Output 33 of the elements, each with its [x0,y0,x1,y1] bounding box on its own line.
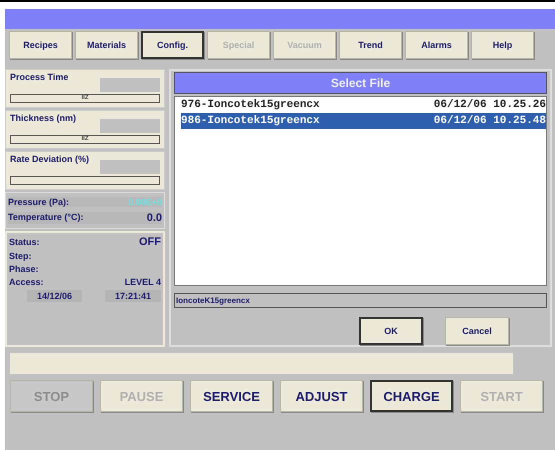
ok-button[interactable]: OK [359,317,423,345]
phase-label: Phase: [9,264,39,274]
dialog-title: Select File [174,72,547,94]
nav-tab[interactable]: Help [471,31,534,59]
gauge-title: Rate Deviation (%) [10,154,90,166]
gauge-title: Thickness (nm) [10,113,76,125]
step-label: Step: [9,251,32,261]
nav-tab[interactable]: Config. [141,31,204,59]
value-display [100,78,160,92]
file-row[interactable]: 986-Ioncotek15greencx 06/12/06 10.25.48 [181,113,546,129]
nav-tab[interactable]: Trend [339,31,402,59]
status-label: Status: [9,237,40,247]
action-button[interactable]: SERVICE [190,380,273,412]
value-display [100,160,160,174]
date-display: 14/12/06 [27,290,82,302]
action-button[interactable]: ADJUST [280,380,363,412]
reading-value: 0.0 [146,212,162,224]
file-row[interactable]: 976-Ioncotek15greencx 06/12/06 10.25.26 [181,97,546,113]
access-label: Access: [9,277,44,287]
filename-field[interactable]: IoncoteK15greencx [174,293,547,308]
value-display [100,119,160,133]
status-value: OFF [139,236,161,248]
cancel-button[interactable]: Cancel [445,317,509,345]
nav-tab[interactable]: Alarms [405,31,468,59]
gauge-title: Process Time [10,72,68,84]
nav-tab[interactable]: Materials [75,31,138,59]
reading-label: Temperature (°C): [8,212,84,224]
reading-label: Pressure (Pa): [8,197,70,207]
nav-tab[interactable]: Recipes [9,31,72,59]
time-display: 17:21:41 [104,290,161,302]
reading-value: 0.00E+0 [128,197,162,207]
action-button[interactable]: CHARGE [370,380,453,412]
access-value: LEVEL 4 [124,277,161,287]
